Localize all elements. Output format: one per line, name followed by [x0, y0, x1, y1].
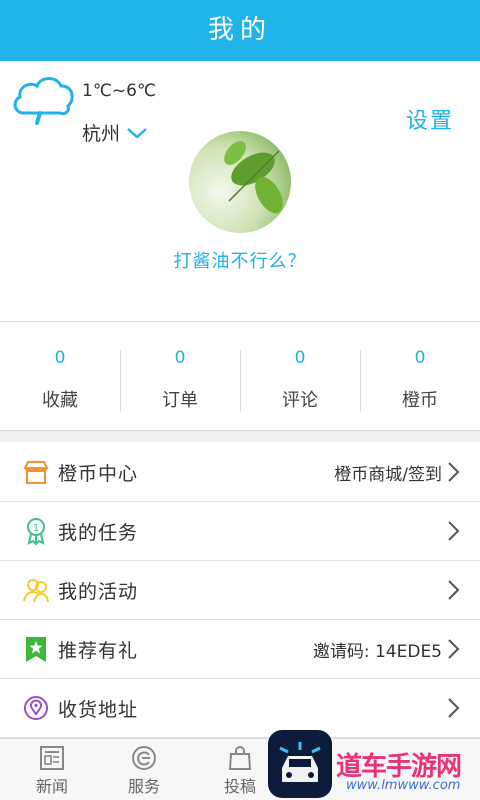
stat-label: 橙币: [402, 390, 438, 411]
user-nickname[interactable]: 打酱油不行么？: [0, 247, 480, 273]
rain-cloud-icon: [13, 77, 74, 125]
stats-row: 0 收藏 0 订单 0 评论 0 橙币: [0, 322, 480, 430]
tab-news[interactable]: 新闻: [12, 739, 92, 800]
stat-value: 0: [414, 348, 426, 368]
city-name: 杭州: [82, 123, 121, 145]
stat-comments[interactable]: 0 评论: [240, 322, 360, 430]
car-logo-icon: [268, 730, 332, 798]
temperature-range: 1℃~6℃: [82, 81, 157, 101]
svg-text:1: 1: [33, 523, 39, 534]
news-icon: [40, 746, 64, 770]
stat-coins[interactable]: 0 橙币: [360, 322, 480, 430]
stat-label: 订单: [162, 390, 198, 411]
menu-item-my-activities[interactable]: 我的活动: [0, 561, 480, 620]
stat-label: 评论: [282, 390, 318, 411]
watermark-overlay: 道车手游网 www.lmwww.com: [266, 730, 480, 800]
menu-item-label: 橙币中心: [58, 462, 139, 485]
chevron-right-icon: [448, 462, 460, 482]
menu-item-coin-center[interactable]: 橙币中心 橙币商城/签到: [0, 443, 480, 502]
profile-panel: 1℃~6℃ 杭州 设置 打酱油不行么？: [0, 61, 480, 321]
chevron-right-icon: [448, 580, 460, 600]
bag-icon: [228, 746, 252, 770]
menu-list: 橙币中心 橙币商城/签到 1 我的任务 我的活动 推荐有礼 邀请码: 14EDE…: [0, 443, 480, 738]
stat-value: 0: [54, 348, 66, 368]
menu-item-label: 我的活动: [58, 580, 139, 603]
location-icon: [24, 696, 48, 720]
page-title: 我的: [0, 0, 480, 61]
stat-value: 0: [174, 348, 186, 368]
stat-favorites[interactable]: 0 收藏: [0, 322, 120, 430]
settings-button[interactable]: 设置: [406, 103, 454, 135]
invite-code: 邀请码: 14EDE5: [312, 641, 442, 662]
menu-item-label: 我的任务: [58, 521, 139, 544]
stat-value: 0: [294, 348, 306, 368]
menu-item-label: 推荐有礼: [58, 639, 139, 662]
stat-label: 收藏: [42, 390, 78, 411]
people-icon: [23, 579, 49, 603]
menu-item-extra: 橙币商城/签到: [334, 464, 442, 485]
chevron-right-icon: [448, 639, 460, 659]
watermark-url: www.lmwww.com: [346, 778, 461, 793]
chevron-down-icon: [127, 127, 147, 139]
star-bookmark-icon: [26, 637, 46, 662]
tab-label: 服务: [127, 777, 160, 796]
tab-label: 新闻: [35, 777, 68, 796]
service-icon: [132, 746, 156, 770]
badge-icon: 1: [27, 518, 45, 545]
section-gap: [0, 430, 480, 442]
menu-item-label: 收货地址: [58, 698, 139, 721]
menu-item-referral[interactable]: 推荐有礼 邀请码: 14EDE5: [0, 620, 480, 679]
tab-service[interactable]: 服务: [104, 739, 184, 800]
avatar[interactable]: [189, 131, 291, 233]
menu-item-my-tasks[interactable]: 1 我的任务: [0, 502, 480, 561]
city-selector[interactable]: 杭州: [82, 119, 148, 146]
stat-orders[interactable]: 0 订单: [120, 322, 240, 430]
chevron-right-icon: [448, 698, 460, 718]
chevron-right-icon: [448, 521, 460, 541]
shop-icon: [23, 461, 49, 484]
